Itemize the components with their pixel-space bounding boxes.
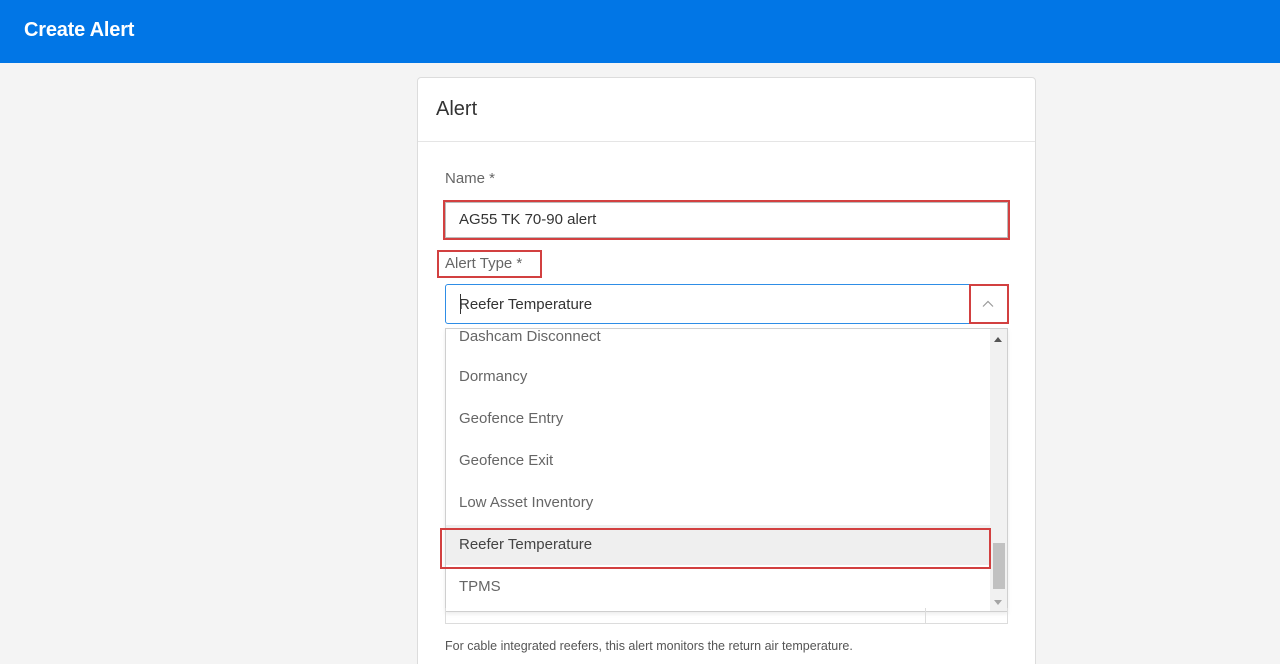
- option-dashcam-disconnect[interactable]: Dashcam Disconnect: [446, 329, 991, 357]
- alert-form-card: Alert Name * AG55 TK 70-90 alert Alert T…: [417, 77, 1036, 664]
- option-dormancy[interactable]: Dormancy: [446, 357, 991, 397]
- alert-type-label: Alert Type *: [445, 255, 523, 272]
- name-input[interactable]: AG55 TK 70-90 alert: [445, 202, 1008, 238]
- field-divider: [925, 608, 926, 623]
- option-reefer-temperature[interactable]: Reefer Temperature: [446, 525, 991, 565]
- scroll-down-arrow-icon[interactable]: [994, 600, 1002, 605]
- page-title: Create Alert: [24, 19, 135, 41]
- option-low-asset-inventory[interactable]: Low Asset Inventory: [446, 483, 991, 523]
- alert-type-dropdown-list: Dashcam Disconnect Dormancy Geofence Ent…: [445, 328, 1008, 612]
- option-tpms[interactable]: TPMS: [446, 567, 991, 607]
- option-geofence-entry[interactable]: Geofence Entry: [446, 399, 991, 439]
- card-header: Alert: [418, 78, 1035, 142]
- help-text: For cable integrated reefers, this alert…: [445, 639, 853, 653]
- name-label: Name *: [445, 170, 496, 187]
- alert-type-selected-value: Reefer Temperature: [459, 296, 593, 313]
- scrollbar-thumb[interactable]: [993, 543, 1005, 589]
- chevron-up-icon: [982, 300, 994, 307]
- card-title: Alert: [436, 98, 478, 120]
- app-header: Create Alert: [0, 0, 1280, 63]
- option-geofence-exit[interactable]: Geofence Exit: [446, 441, 991, 481]
- scroll-up-arrow-icon[interactable]: [994, 337, 1002, 342]
- text-cursor: [460, 294, 461, 314]
- alert-type-select[interactable]: Reefer Temperature: [445, 284, 1008, 324]
- obscured-field: [445, 608, 1008, 624]
- dropdown-scrollbar[interactable]: [990, 329, 1007, 611]
- dropdown-toggle-button[interactable]: [969, 285, 1007, 323]
